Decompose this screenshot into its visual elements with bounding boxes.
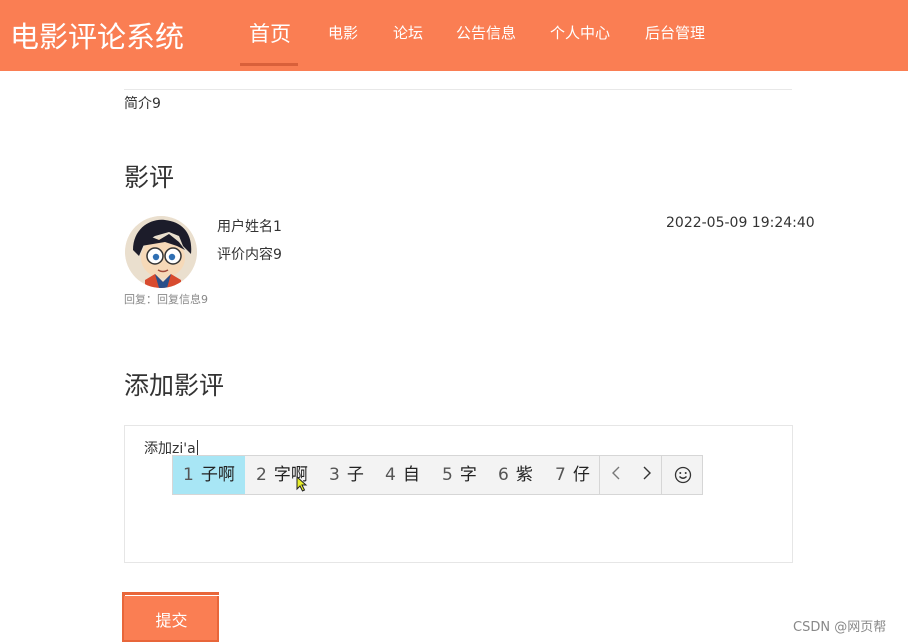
mouse-pointer-icon <box>296 476 308 492</box>
ime-candidate-text: 紫 <box>515 465 533 485</box>
ime-candidate-text: 字 <box>459 465 477 485</box>
smiley-icon[interactable] <box>663 456 703 494</box>
review-content: 评价内容9 <box>217 247 282 263</box>
ime-candidate[interactable]: 3子 <box>319 456 374 494</box>
text-caret <box>196 440 198 456</box>
ime-candidate-number: 4 <box>385 465 396 485</box>
avatar <box>125 216 197 288</box>
movie-intro: 简介9 <box>124 96 161 112</box>
nav-home[interactable]: 首页 <box>249 18 291 48</box>
ime-candidate[interactable]: 4自 <box>375 456 430 494</box>
ime-candidate-bar: 1 子啊 2 字啊 3子 4自 5字 6紫 7仔 <box>172 455 703 495</box>
ime-candidate-number: 5 <box>442 465 453 485</box>
ime-candidate-number: 7 <box>555 465 566 485</box>
ime-candidate-number: 1 <box>183 465 194 485</box>
button-border <box>122 592 219 595</box>
nav-forum[interactable]: 论坛 <box>393 22 423 43</box>
nav-personal-center[interactable]: 个人中心 <box>550 22 610 43</box>
ime-candidate-number: 3 <box>329 465 340 485</box>
ime-candidate[interactable]: 5字 <box>432 456 487 494</box>
reviews-heading: 影评 <box>124 163 175 192</box>
ime-separator <box>599 456 600 494</box>
cartoon-avatar-icon <box>125 216 197 288</box>
top-nav-bar: 电影评论系统 首页 电影 论坛 公告信息 个人中心 后台管理 <box>0 0 908 71</box>
add-review-heading: 添加影评 <box>124 371 225 400</box>
ime-candidate-number: 6 <box>498 465 509 485</box>
divider <box>124 89 792 90</box>
active-nav-indicator <box>240 63 298 66</box>
ime-candidate[interactable]: 6紫 <box>488 456 543 494</box>
ime-candidate-number: 2 <box>256 465 267 485</box>
chevron-right-icon[interactable] <box>632 456 662 494</box>
ime-candidate[interactable]: 7仔 <box>545 456 600 494</box>
ime-candidate-text: 自 <box>402 465 420 485</box>
review-reply: 回复：回复信息9 <box>124 293 208 306</box>
chevron-left-icon[interactable] <box>601 456 631 494</box>
nav-movies[interactable]: 电影 <box>328 22 358 43</box>
nav-announcements[interactable]: 公告信息 <box>456 22 516 43</box>
ime-candidate-text: 子啊 <box>200 465 235 485</box>
ime-candidate-text: 子 <box>346 465 364 485</box>
ime-candidate[interactable]: 1 子啊 <box>173 456 245 494</box>
ime-separator <box>661 456 662 494</box>
review-timestamp: 2022-05-09 19:24:40 <box>666 215 815 231</box>
nav-admin[interactable]: 后台管理 <box>645 22 705 43</box>
review-username: 用户姓名1 <box>217 219 282 235</box>
watermark: CSDN @网页帮 <box>793 620 887 635</box>
site-title: 电影评论系统 <box>10 20 185 54</box>
ime-candidate-text: 仔 <box>572 465 590 485</box>
submit-button[interactable]: 提交 <box>124 596 219 642</box>
